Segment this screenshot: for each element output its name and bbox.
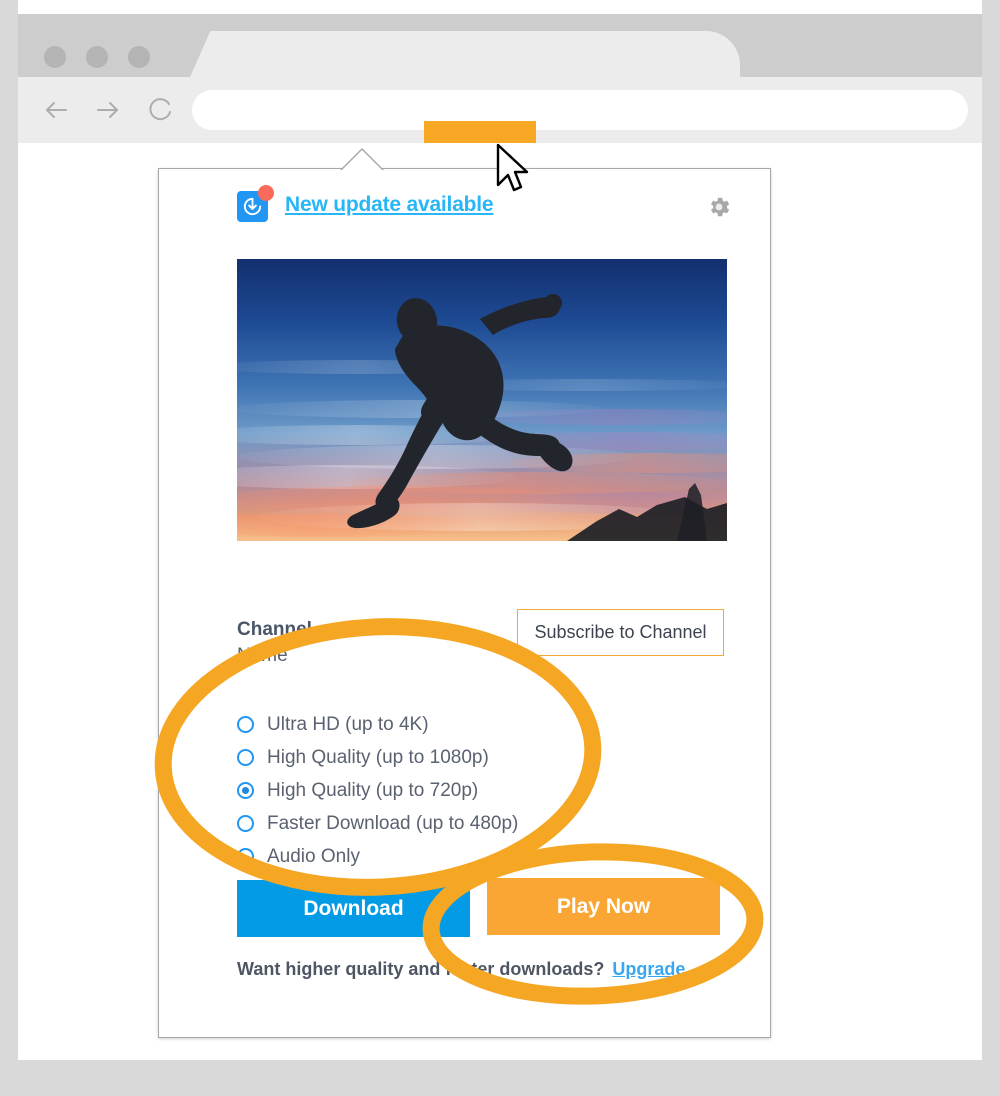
notification-badge-icon (258, 185, 274, 201)
quality-option-audio-only[interactable]: Audio Only (237, 840, 697, 873)
quality-option-label: Faster Download (up to 480p) (267, 812, 519, 834)
extension-toolbar-button[interactable] (424, 121, 536, 143)
screenshot-root: New update available Channel Name Subscr… (0, 0, 1000, 1096)
browser-viewport: New update available Channel Name Subscr… (18, 121, 982, 1060)
upgrade-prompt: Want higher quality and faster downloads… (237, 959, 685, 980)
mouse-cursor (496, 143, 529, 192)
url-input[interactable] (192, 90, 968, 130)
upgrade-prompt-text: Want higher quality and faster downloads… (237, 959, 605, 979)
download-button-label: Download (303, 896, 404, 920)
page-gutter-left (0, 0, 18, 1096)
back-arrow-icon[interactable] (34, 88, 78, 132)
quality-option-480p[interactable]: Faster Download (up to 480p) (237, 807, 697, 840)
radio-icon (237, 815, 254, 832)
downloader-logo-icon (237, 185, 274, 222)
reload-icon[interactable] (138, 88, 182, 132)
popup-header: New update available (159, 183, 772, 239)
subscribe-to-channel-label: Subscribe to Channel (534, 622, 707, 642)
quality-option-label: Ultra HD (up to 4K) (267, 713, 429, 735)
window-control-minimize-dot[interactable] (86, 46, 108, 68)
quality-options-group: Ultra HD (up to 4K) High Quality (up to … (237, 708, 697, 873)
quality-option-label: High Quality (up to 720p) (267, 779, 479, 801)
page-gutter-right (982, 0, 1000, 1096)
radio-icon (237, 848, 254, 865)
window-control-maximize-dot[interactable] (128, 46, 150, 68)
browser-tab[interactable] (210, 31, 740, 77)
quality-option-label: Audio Only (267, 845, 360, 867)
new-update-link[interactable]: New update available (285, 193, 494, 217)
quality-option-720p[interactable]: High Quality (up to 720p) (237, 774, 697, 807)
upgrade-link[interactable]: Upgrade (612, 959, 685, 979)
radio-selected-icon (237, 782, 254, 799)
play-now-button[interactable]: Play Now (487, 878, 720, 935)
video-thumbnail[interactable] (237, 259, 727, 541)
radio-icon (237, 749, 254, 766)
gear-icon[interactable] (706, 194, 732, 220)
browser-tabstrip (18, 14, 982, 77)
radio-icon (237, 716, 254, 733)
play-now-button-label: Play Now (556, 894, 651, 918)
quality-option-1080p[interactable]: High Quality (up to 1080p) (237, 741, 697, 774)
page-gutter-bottom (0, 1060, 1000, 1096)
popup-arrow (341, 150, 383, 171)
subscribe-to-channel-button[interactable]: Subscribe to Channel (517, 609, 724, 656)
extension-popup: New update available Channel Name Subscr… (158, 168, 771, 1038)
window-controls (44, 46, 150, 68)
navigation-controls (34, 88, 182, 132)
forward-arrow-icon[interactable] (86, 88, 130, 132)
quality-option-label: High Quality (up to 1080p) (267, 746, 489, 768)
window-control-close-dot[interactable] (44, 46, 66, 68)
quality-option-ultra-hd[interactable]: Ultra HD (up to 4K) (237, 708, 697, 741)
download-button[interactable]: Download (237, 880, 470, 937)
